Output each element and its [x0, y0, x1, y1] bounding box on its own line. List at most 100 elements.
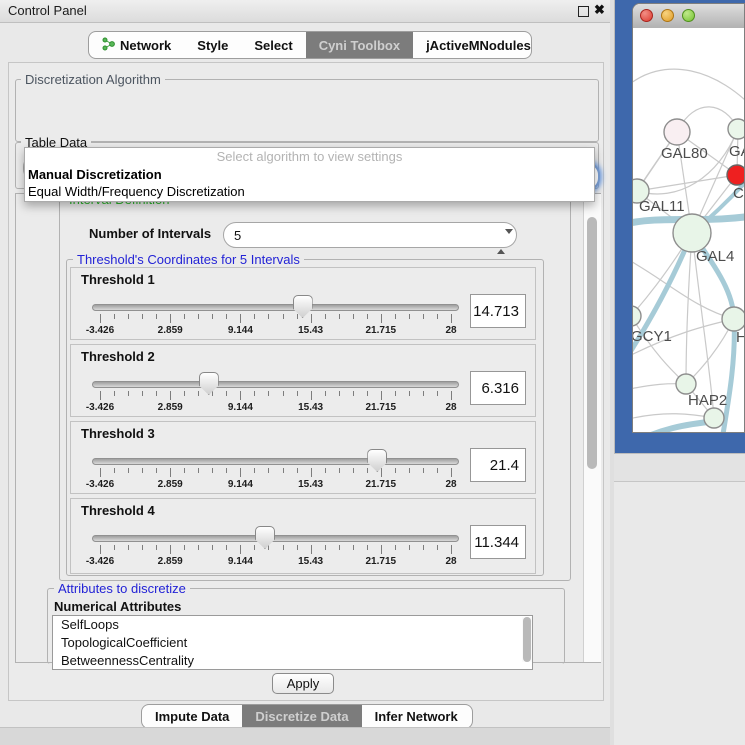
network-canvas[interactable]: GAL80GACGAL11GAL4GCY1HHAP2 — [633, 28, 745, 433]
close-button[interactable] — [640, 9, 653, 22]
slider-thumb[interactable] — [367, 449, 387, 472]
network-edge — [686, 233, 692, 384]
slider-tick — [170, 391, 171, 400]
threshold-value-field[interactable]: 14.713 — [470, 294, 526, 328]
tab-label: Network — [120, 38, 171, 53]
dropdown-option[interactable]: Equal Width/Frequency Discretization — [25, 183, 594, 200]
tab-discretize-data[interactable]: Discretize Data — [242, 705, 361, 728]
slider-tick — [226, 468, 227, 473]
algorithm-group-title: Discretization Algorithm — [21, 72, 165, 87]
numerical-attributes-list[interactable]: SelfLoopsTopologicalCoefficientBetweenne… — [52, 615, 533, 670]
slider-tick-label: 2.859 — [158, 325, 183, 336]
dropdown-option[interactable]: Manual Discretization — [25, 166, 594, 183]
slider-thumb[interactable] — [255, 526, 275, 549]
slider-tick — [156, 391, 157, 396]
slider-tick — [128, 545, 129, 550]
close-icon[interactable]: ✖ — [594, 2, 605, 18]
slider-tick — [367, 314, 368, 319]
vertical-scrollbar[interactable] — [583, 194, 601, 662]
slider-tick — [297, 545, 298, 550]
threshold-value-field[interactable]: 6.316 — [470, 371, 526, 405]
slider-tick-label: 15.43 — [298, 479, 323, 490]
tab-select[interactable]: Select — [241, 32, 305, 58]
slider-tick — [325, 468, 326, 473]
network-node[interactable] — [728, 119, 745, 139]
attributes-group-title: Attributes to discretize — [54, 581, 190, 596]
slider-tick — [212, 468, 213, 473]
attribute-list-item[interactable]: TopologicalCoefficient — [53, 634, 532, 652]
apply-button[interactable]: Apply — [272, 673, 334, 694]
slider-tick — [114, 468, 115, 473]
slider-tick — [297, 314, 298, 319]
tab-style[interactable]: Style — [184, 32, 241, 58]
slider-tick — [451, 468, 452, 477]
slider-tick — [395, 391, 396, 396]
slider-tick — [451, 391, 452, 400]
slider-tick-label: 21.715 — [366, 479, 397, 490]
tab-impute-data[interactable]: Impute Data — [142, 705, 242, 728]
tab-label: Infer Network — [375, 709, 458, 724]
slider-tick — [381, 314, 382, 323]
slider-tick-label: 15.43 — [298, 325, 323, 336]
slider-track[interactable] — [92, 535, 459, 542]
slider-tick — [423, 545, 424, 550]
slider-tick — [283, 468, 284, 473]
network-node[interactable] — [727, 165, 745, 185]
slider-tick — [437, 545, 438, 550]
slider-tick — [339, 391, 340, 396]
attribute-list-item[interactable]: BetweennessCentrality — [53, 652, 532, 670]
number-of-intervals-value: 5 — [234, 228, 241, 243]
settings-scrollpane: Interval Definition Number of Intervals … — [15, 193, 601, 663]
number-of-intervals-select[interactable]: 5 — [223, 222, 517, 248]
network-node-label: C — [733, 185, 744, 202]
slider-tick — [423, 468, 424, 473]
tab-label: Impute Data — [155, 709, 229, 724]
slider-tick — [184, 468, 185, 473]
slider-tick — [297, 391, 298, 396]
panel-title: Control Panel — [8, 3, 87, 18]
slider-track[interactable] — [92, 381, 459, 388]
slider-tick — [128, 314, 129, 319]
network-node[interactable] — [722, 307, 745, 331]
network-node[interactable] — [633, 306, 641, 326]
list-scrollbar-thumb[interactable] — [523, 617, 531, 662]
attribute-list-item[interactable]: SelfLoops — [53, 616, 532, 634]
zoom-button[interactable] — [682, 9, 695, 22]
slider-tick — [451, 545, 452, 554]
network-node[interactable] — [664, 119, 690, 145]
tab-cyni-toolbox[interactable]: Cyni Toolbox — [306, 32, 413, 58]
network-node[interactable] — [676, 374, 696, 394]
minimize-button[interactable] — [661, 9, 674, 22]
slider-tick-label: 21.715 — [366, 402, 397, 413]
tab-infer-network[interactable]: Infer Network — [362, 705, 471, 728]
control-panel-titlebar: Control Panel ✖ — [0, 0, 612, 23]
network-window-titlebar[interactable] — [633, 4, 745, 29]
tab-network[interactable]: Network — [89, 32, 184, 58]
slider-tick — [339, 468, 340, 473]
float-window-icon[interactable] — [578, 6, 589, 17]
network-node[interactable] — [673, 214, 711, 252]
slider-track[interactable] — [92, 458, 459, 465]
slider-thumb[interactable] — [199, 372, 219, 395]
threshold-value-field[interactable]: 21.4 — [470, 448, 526, 482]
slider-tick — [240, 545, 241, 554]
slider-tick — [339, 314, 340, 319]
threshold-value-field[interactable]: 11.344 — [470, 525, 526, 559]
slider-tick — [100, 314, 101, 323]
list-scrollbar[interactable] — [522, 617, 532, 662]
scrollbar-thumb[interactable] — [587, 217, 597, 469]
threshold-label: Threshold 3 — [81, 426, 155, 441]
network-edge — [637, 175, 737, 191]
tab-jactivemnodules[interactable]: jActiveMNodules — [413, 32, 532, 58]
slider-tick — [156, 314, 157, 319]
threshold-label: Threshold 4 — [81, 503, 155, 518]
slider-track[interactable] — [92, 304, 459, 311]
network-edge — [633, 414, 714, 420]
numerical-attributes-label: Numerical Attributes — [54, 599, 181, 614]
network-node[interactable] — [704, 408, 724, 428]
slider-tick — [254, 545, 255, 550]
slider-tick — [311, 391, 312, 400]
slider-tick — [409, 391, 410, 396]
threshold-panel: Threshold 2-3.4262.8599.14415.4321.71528… — [70, 344, 536, 417]
slider-tick — [268, 545, 269, 550]
